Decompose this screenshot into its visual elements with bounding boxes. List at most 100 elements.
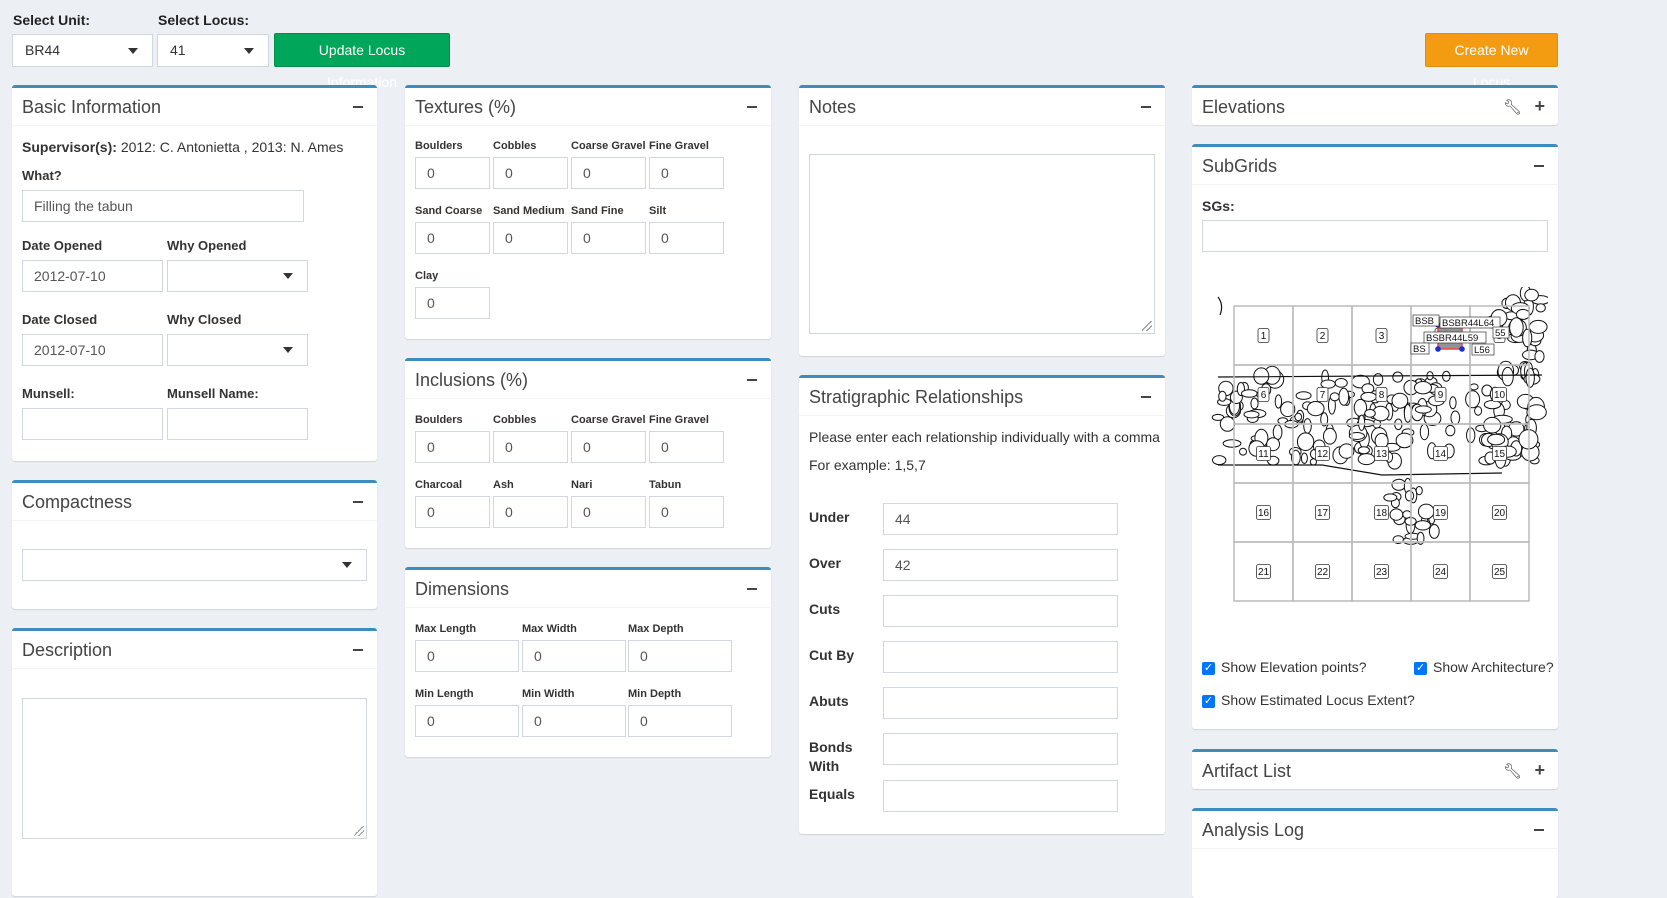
texture-input-sand-fine[interactable]: 0 <box>571 222 646 254</box>
checkmark-icon[interactable]: ✓ <box>1202 695 1215 708</box>
what-input[interactable]: Filling the tabun <box>22 190 304 222</box>
artifact-list-box: Artifact List 🔧︎ + <box>1192 749 1558 789</box>
minus-icon[interactable] <box>353 501 363 503</box>
munsell-name-input[interactable] <box>167 408 308 440</box>
dim-input-min-depth[interactable]: 0 <box>628 705 732 737</box>
box-header: Description <box>12 631 377 669</box>
description-textarea[interactable] <box>22 698 367 839</box>
minus-icon[interactable] <box>747 106 757 108</box>
inclusion-label-charcoal: Charcoal <box>415 479 463 491</box>
texture-input-fine-gravel[interactable]: 0 <box>649 157 724 189</box>
strat-input-cut-by[interactable] <box>883 641 1118 673</box>
texture-label-silt: Silt <box>649 205 667 217</box>
checkmark-icon[interactable]: ✓ <box>1414 662 1427 675</box>
select-unit-dropdown[interactable]: BR44 <box>12 34 153 67</box>
checkmark-icon[interactable]: ✓ <box>1202 662 1215 675</box>
wrench-icon[interactable]: 🔧︎ <box>1503 98 1522 116</box>
box-title: Stratigraphic Relationships <box>809 387 1024 407</box>
notes-textarea[interactable] <box>809 154 1155 334</box>
dim-input-min-width[interactable]: 0 <box>522 705 626 737</box>
inclusion-input-nari[interactable]: 0 <box>571 496 646 528</box>
texture-input-clay[interactable]: 0 <box>415 287 490 319</box>
compactness-dropdown[interactable] <box>22 549 367 581</box>
inclusion-input-boulders[interactable]: 0 <box>415 431 490 463</box>
date-opened-input[interactable]: 2012-07-10 <box>22 260 163 292</box>
minus-icon[interactable] <box>747 588 757 590</box>
why-opened-dropdown[interactable] <box>167 260 308 292</box>
update-locus-button[interactable]: Update Locus Information <box>274 33 450 90</box>
elevation-point <box>1459 346 1465 352</box>
inclusion-label-tabun: Tabun <box>649 479 682 491</box>
stone-shape <box>1501 366 1514 387</box>
select-locus-dropdown[interactable]: 41 <box>157 34 269 67</box>
inclusion-input-ash[interactable]: 0 <box>493 496 568 528</box>
strat-input-abuts[interactable] <box>883 687 1118 719</box>
subgrid-map[interactable]: 1234567891011121314151617181920212223242… <box>1202 287 1548 612</box>
inclusion-input-coarse-gravel[interactable]: 0 <box>571 431 646 463</box>
strat-input-cuts[interactable] <box>883 595 1118 627</box>
stone-shape <box>1358 414 1366 432</box>
strat-input-equals[interactable] <box>883 780 1118 812</box>
what-label: What? <box>22 168 62 183</box>
minus-icon[interactable] <box>1141 396 1151 398</box>
dim-input-min-length[interactable]: 0 <box>415 705 519 737</box>
inclusion-label-boulders: Boulders <box>415 414 463 426</box>
minus-icon[interactable] <box>353 106 363 108</box>
strat-label-under: Under <box>809 509 850 525</box>
strat-input-under[interactable]: 44 <box>883 503 1118 535</box>
minus-icon[interactable] <box>1534 829 1544 831</box>
dim-input-max-length[interactable]: 0 <box>415 640 519 672</box>
stone-shape <box>1528 319 1548 334</box>
date-closed-input[interactable]: 2012-07-10 <box>22 334 163 366</box>
inclusion-input-cobbles[interactable]: 0 <box>493 431 568 463</box>
select-locus-value: 41 <box>170 42 186 58</box>
elevations-box: Elevations 🔧︎ + <box>1192 85 1558 125</box>
minus-icon[interactable] <box>353 649 363 651</box>
texture-input-silt[interactable]: 0 <box>649 222 724 254</box>
minus-icon[interactable] <box>747 379 757 381</box>
stone-shape <box>1294 412 1303 422</box>
box-header: Dimensions <box>405 570 771 608</box>
texture-input-cobbles[interactable]: 0 <box>493 157 568 189</box>
minus-icon[interactable] <box>1534 165 1544 167</box>
select-unit-label: Select Unit: <box>13 12 91 28</box>
wrench-icon[interactable]: 🔧︎ <box>1503 762 1522 780</box>
subgrid-label: 3 <box>1379 331 1385 342</box>
plus-icon[interactable]: + <box>1534 96 1545 117</box>
strat-input-bonds-with[interactable] <box>883 733 1118 765</box>
inclusion-input-fine-gravel[interactable]: 0 <box>649 431 724 463</box>
minus-icon[interactable] <box>1141 106 1151 108</box>
inclusion-input-tabun[interactable]: 0 <box>649 496 724 528</box>
dim-input-max-width[interactable]: 0 <box>522 640 626 672</box>
caret-down-icon <box>342 562 352 568</box>
subgrid-label: 15 <box>1494 449 1506 460</box>
dim-input-max-depth[interactable]: 0 <box>628 640 732 672</box>
texture-input-boulders[interactable]: 0 <box>415 157 490 189</box>
dim-label-max-width: Max Width <box>522 623 577 635</box>
inclusion-input-charcoal[interactable]: 0 <box>415 496 490 528</box>
why-closed-dropdown[interactable] <box>167 334 308 366</box>
locus-label: 55 <box>1495 328 1506 339</box>
subgrid-label: 9 <box>1438 390 1444 401</box>
box-header: Analysis Log <box>1192 811 1558 849</box>
stone-shape <box>1522 328 1533 348</box>
stone-shape <box>1428 524 1440 539</box>
strat-input-over[interactable]: 42 <box>883 549 1118 581</box>
sgs-input[interactable] <box>1202 220 1548 252</box>
strat-label-with: With <box>809 758 840 774</box>
inclusion-label-nari: Nari <box>571 479 593 491</box>
resize-grip-icon[interactable] <box>1142 321 1152 331</box>
supervisor-value: 2012: C. Antonietta , 2013: N. Ames <box>120 139 344 155</box>
caret-down-icon <box>244 48 254 54</box>
texture-input-sand-coarse[interactable]: 0 <box>415 222 490 254</box>
plus-icon[interactable]: + <box>1534 760 1545 781</box>
create-new-locus-button[interactable]: Create New Locus <box>1425 33 1558 90</box>
texture-input-sand-medium[interactable]: 0 <box>493 222 568 254</box>
munsell-input[interactable] <box>22 408 163 440</box>
stone-shape <box>1392 371 1404 383</box>
resize-grip-icon[interactable] <box>354 826 364 836</box>
stone-shape <box>1243 410 1260 419</box>
texture-input-coarse-gravel[interactable]: 0 <box>571 157 646 189</box>
stone-shape <box>1414 520 1431 531</box>
subgrid-label: 10 <box>1494 390 1506 401</box>
